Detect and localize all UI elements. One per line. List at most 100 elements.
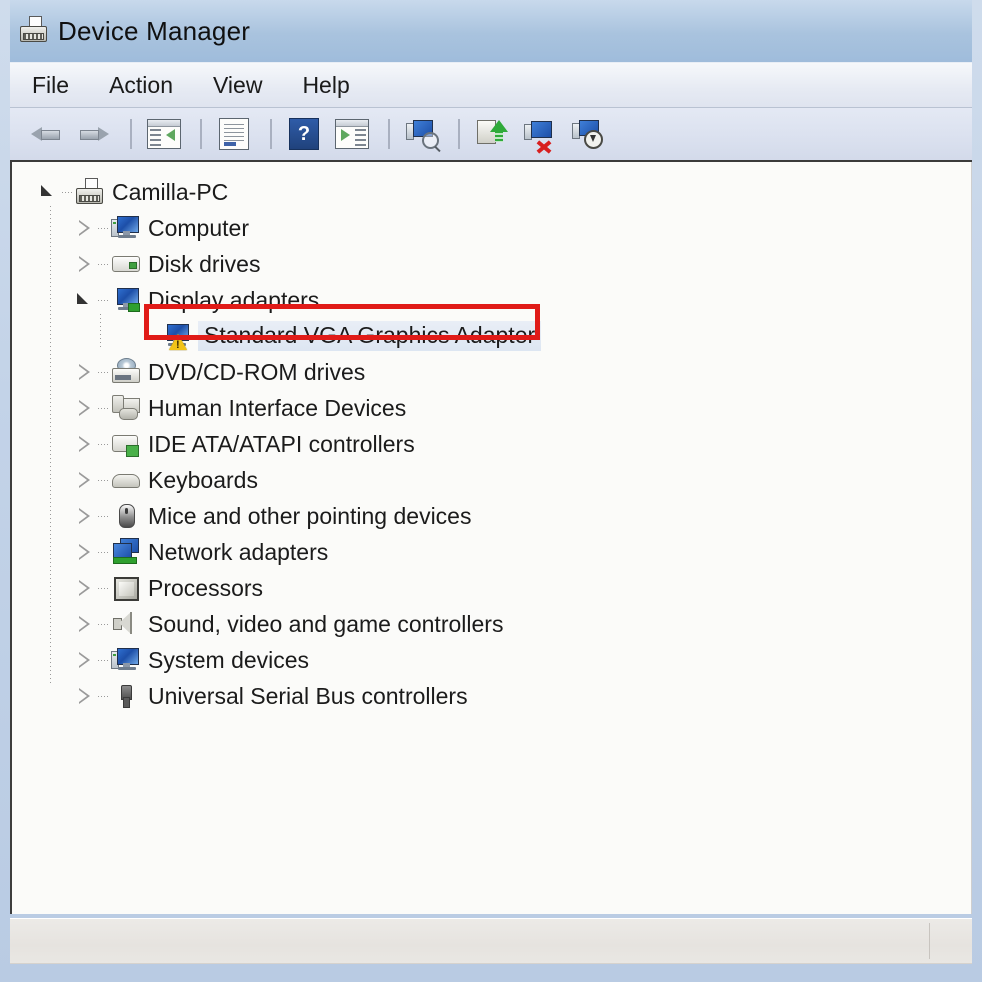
tree-item-label: System devices (148, 646, 310, 673)
human-interface-device-icon (110, 394, 140, 422)
menu-item-view[interactable]: View (213, 72, 262, 99)
uninstall-device-button[interactable] (518, 114, 562, 154)
tree-item-label: Disk drives (148, 250, 261, 277)
device-manager-icon (18, 16, 48, 46)
expand-triangle-icon[interactable] (74, 541, 96, 563)
tree-item-universal-serial-bus-controllers[interactable]: Universal Serial Bus controllers (12, 678, 971, 714)
tree-item-label: DVD/CD-ROM drives (148, 358, 366, 385)
tree-item-label: Mice and other pointing devices (148, 502, 472, 529)
tree-item-human-interface-devices[interactable]: Human Interface Devices (12, 390, 971, 426)
update-driver-software-button[interactable] (470, 114, 514, 154)
tree-connector (98, 253, 110, 275)
scan-magnifier-icon (405, 119, 439, 149)
window-title: Device Manager (58, 15, 251, 46)
device-tree: Camilla-PC Computer Disk drives Display … (12, 162, 971, 714)
disable-device-icon (571, 119, 605, 149)
expand-triangle-icon[interactable] (74, 217, 96, 239)
tree-item-standard-vga-graphics-adapter[interactable]: Standard VGA Graphics Adapter (12, 318, 971, 354)
tree-item-display-adapters[interactable]: Display adapters (12, 282, 971, 318)
tree-item-label: Display adapters (148, 286, 320, 313)
console-tree-icon (147, 119, 181, 149)
expand-triangle-icon[interactable] (74, 289, 96, 311)
expand-triangle-icon[interactable] (74, 253, 96, 275)
expand-triangle-icon[interactable] (74, 577, 96, 599)
expand-triangle-icon[interactable] (74, 613, 96, 635)
toolbar: ? (10, 108, 972, 162)
tree-item-dvd-cd-rom-drives[interactable]: DVD/CD-ROM drives (12, 354, 971, 390)
tree-item-label: Computer (148, 214, 249, 241)
tree-item-label: Network adapters (148, 538, 329, 565)
tree-connector (98, 289, 110, 311)
expand-triangle-icon[interactable] (74, 361, 96, 383)
show-hide-action-pane-button[interactable] (330, 114, 374, 154)
usb-controller-icon (110, 682, 140, 710)
tree-item-computer[interactable]: Computer (12, 210, 971, 246)
tree-connector (98, 541, 110, 563)
tree-connector (98, 361, 110, 383)
toolbar-separator (200, 119, 202, 149)
disable-device-button[interactable] (566, 114, 610, 154)
update-driver-green-arrow-icon (475, 119, 509, 149)
arrow-back-icon (31, 123, 61, 145)
action-pane-icon (335, 119, 369, 149)
expand-triangle-icon[interactable] (38, 181, 60, 203)
tree-item-network-adapters[interactable]: Network adapters (12, 534, 971, 570)
tree-connector (98, 397, 110, 419)
disk-drive-icon (110, 250, 140, 278)
menu-item-action[interactable]: Action (109, 72, 173, 99)
tree-item-label: Universal Serial Bus controllers (148, 682, 468, 709)
tree-connector (98, 685, 110, 707)
tree-connector (98, 469, 110, 491)
status-bar-separator (929, 923, 930, 959)
help-button[interactable]: ? (282, 114, 326, 154)
tree-connector (98, 217, 110, 239)
arrow-forward-icon (79, 123, 109, 145)
sound-speaker-icon (110, 610, 140, 638)
tree-item-system-devices[interactable]: System devices (12, 642, 971, 678)
device-tree-panel[interactable]: Camilla-PC Computer Disk drives Display … (10, 162, 972, 914)
expand-triangle-placeholder-icon (124, 325, 146, 347)
menu-item-help[interactable]: Help (302, 72, 349, 99)
uninstall-red-x-icon (523, 119, 557, 154)
back-button[interactable] (24, 114, 68, 154)
forward-button[interactable] (72, 114, 116, 154)
display-adapter-warning-icon (160, 322, 190, 351)
expand-triangle-icon[interactable] (74, 433, 96, 455)
tree-connector (98, 613, 110, 635)
toolbar-separator (130, 119, 132, 149)
expand-triangle-icon[interactable] (74, 469, 96, 491)
device-manager-window: Device Manager File Action View Help ? C… (0, 0, 982, 982)
computer-icon (110, 214, 140, 242)
tree-connector (98, 505, 110, 527)
tree-item-processors[interactable]: Processors (12, 570, 971, 606)
tree-item-keyboards[interactable]: Keyboards (12, 462, 971, 498)
tree-item-label: IDE ATA/ATAPI controllers (148, 430, 415, 457)
tree-item-disk-drives[interactable]: Disk drives (12, 246, 971, 282)
keyboard-icon (110, 466, 140, 494)
expand-triangle-icon[interactable] (74, 649, 96, 671)
properties-document-icon (219, 118, 249, 150)
show-hide-console-tree-button[interactable] (142, 114, 186, 154)
expand-triangle-icon[interactable] (74, 397, 96, 419)
tree-item-sound-video-and-game-controllers[interactable]: Sound, video and game controllers (12, 606, 971, 642)
tree-connector (98, 577, 110, 599)
expand-triangle-icon[interactable] (74, 685, 96, 707)
tree-item-ide-ata-atapi-controllers[interactable]: IDE ATA/ATAPI controllers (12, 426, 971, 462)
properties-button[interactable] (212, 114, 256, 154)
tree-item-camilla-pc[interactable]: Camilla-PC (12, 174, 971, 210)
status-bar (10, 918, 972, 964)
dvd-cd-rom-icon (110, 358, 140, 386)
tree-connector (98, 649, 110, 671)
tree-item-label: Keyboards (148, 466, 258, 493)
menu-item-file[interactable]: File (32, 72, 69, 99)
display-adapter-icon (110, 286, 140, 314)
expand-triangle-icon[interactable] (74, 505, 96, 527)
toolbar-separator (388, 119, 390, 149)
title-bar: Device Manager (10, 0, 972, 62)
tree-item-mice-and-other-pointing-devices[interactable]: Mice and other pointing devices (12, 498, 971, 534)
help-question-icon: ? (289, 118, 319, 150)
mouse-icon (110, 502, 140, 530)
scan-for-hardware-changes-button[interactable] (400, 114, 444, 154)
tree-item-label: Standard VGA Graphics Adapter (198, 321, 542, 351)
toolbar-separator (270, 119, 272, 149)
